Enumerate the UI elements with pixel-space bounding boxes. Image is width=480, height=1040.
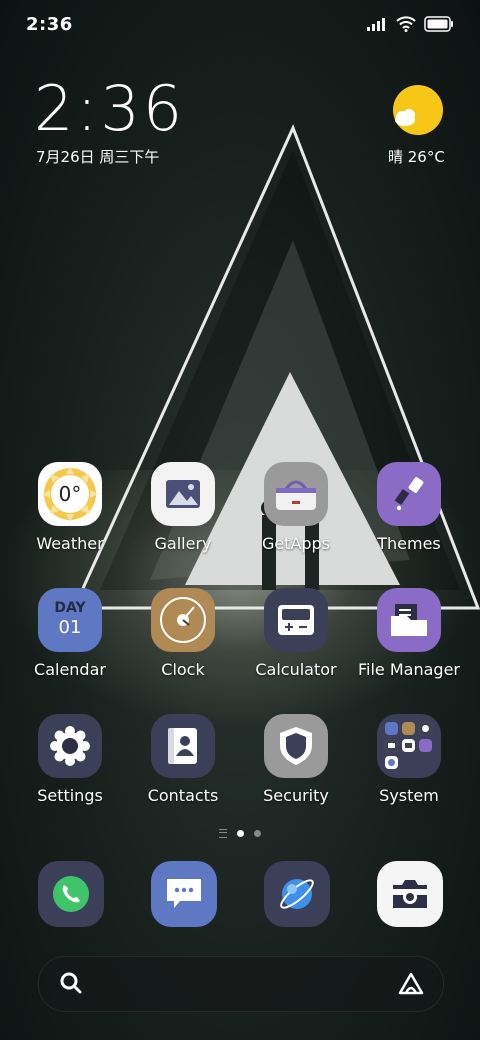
app-label: Calculator: [255, 660, 337, 679]
app-label: Weather: [36, 534, 104, 553]
file-manager-icon: [377, 588, 441, 652]
gallery-icon: [151, 462, 215, 526]
weather-widget-text: 晴 26°C: [388, 148, 445, 166]
clock-face-icon: [160, 597, 206, 643]
signal-icon: [367, 18, 385, 31]
app-security[interactable]: Security: [240, 714, 352, 805]
assistant-icon[interactable]: [397, 971, 425, 997]
app-label: Security: [263, 786, 329, 805]
page-dot: [254, 830, 261, 837]
search-icon: [60, 972, 82, 994]
app-getapps[interactable]: GetApps: [240, 462, 352, 553]
calculator-screen-icon: [278, 605, 314, 635]
contacts-icon: [151, 714, 215, 778]
settings-icon: [38, 714, 102, 778]
dock-camera[interactable]: [377, 861, 443, 927]
themes-icon: [377, 462, 441, 526]
paintbrush-icon: [394, 477, 424, 511]
app-label: Themes: [377, 534, 441, 553]
app-label: System: [379, 786, 439, 805]
app-label: Gallery: [154, 534, 212, 553]
calendar-icon: DAY 01: [38, 588, 102, 652]
app-clock[interactable]: Clock: [127, 588, 239, 679]
getapps-icon: [264, 462, 328, 526]
basket-icon: [276, 480, 316, 510]
app-settings[interactable]: Settings: [14, 714, 126, 805]
weather-app-icon: 0°: [38, 462, 102, 526]
search-bar[interactable]: [38, 956, 444, 1012]
app-contacts[interactable]: Contacts: [127, 714, 239, 805]
clock-widget-time[interactable]: 2:36: [34, 72, 185, 145]
wifi-icon: [396, 16, 416, 32]
app-weather[interactable]: 0° Weather: [14, 462, 126, 553]
folder-icon: [391, 604, 427, 636]
address-book-icon: [168, 728, 197, 764]
status-bar: 2:36: [0, 0, 480, 50]
battery-icon: [424, 16, 453, 32]
dock-messages[interactable]: [151, 861, 217, 927]
calendar-icon-number: 01: [58, 617, 82, 638]
phone-icon: [53, 876, 89, 912]
app-file-manager[interactable]: File Manager: [353, 588, 465, 679]
app-themes[interactable]: Themes: [353, 462, 465, 553]
status-time: 2:36: [26, 14, 73, 35]
message-bubble-icon: [167, 879, 201, 908]
weather-app-temp: 0°: [58, 482, 82, 506]
page-dot-active: [237, 830, 244, 837]
dock-browser[interactable]: [264, 861, 330, 927]
calculator-icon: [264, 588, 328, 652]
app-label: Contacts: [147, 786, 219, 805]
app-label: Settings: [37, 786, 103, 805]
folder-grid-icon: [384, 721, 433, 769]
app-label: File Manager: [358, 660, 460, 679]
clock-widget-date: 7月26日 周三下午: [36, 148, 160, 166]
app-calculator[interactable]: Calculator: [240, 588, 352, 679]
security-icon: [264, 714, 328, 778]
app-label: Clock: [161, 660, 205, 679]
app-label: GetApps: [261, 534, 331, 553]
app-calendar[interactable]: DAY 01 Calendar: [14, 588, 126, 679]
camera-icon: [393, 880, 427, 908]
menu-lines-icon: [219, 829, 227, 838]
dock-phone[interactable]: [38, 861, 104, 927]
system-folder-icon: [377, 714, 441, 778]
sunny-icon[interactable]: [392, 84, 444, 136]
browser-globe-icon: [280, 879, 314, 909]
status-icons: [366, 16, 454, 32]
picture-icon: [166, 480, 200, 508]
app-label: Calendar: [34, 660, 106, 679]
gear-icon: [50, 726, 90, 766]
calendar-icon-day: DAY: [54, 600, 86, 616]
app-system-folder[interactable]: System: [353, 714, 465, 805]
shield-icon: [280, 727, 312, 765]
page-indicator[interactable]: [0, 829, 480, 838]
clock-icon: [151, 588, 215, 652]
app-gallery[interactable]: Gallery: [127, 462, 239, 553]
